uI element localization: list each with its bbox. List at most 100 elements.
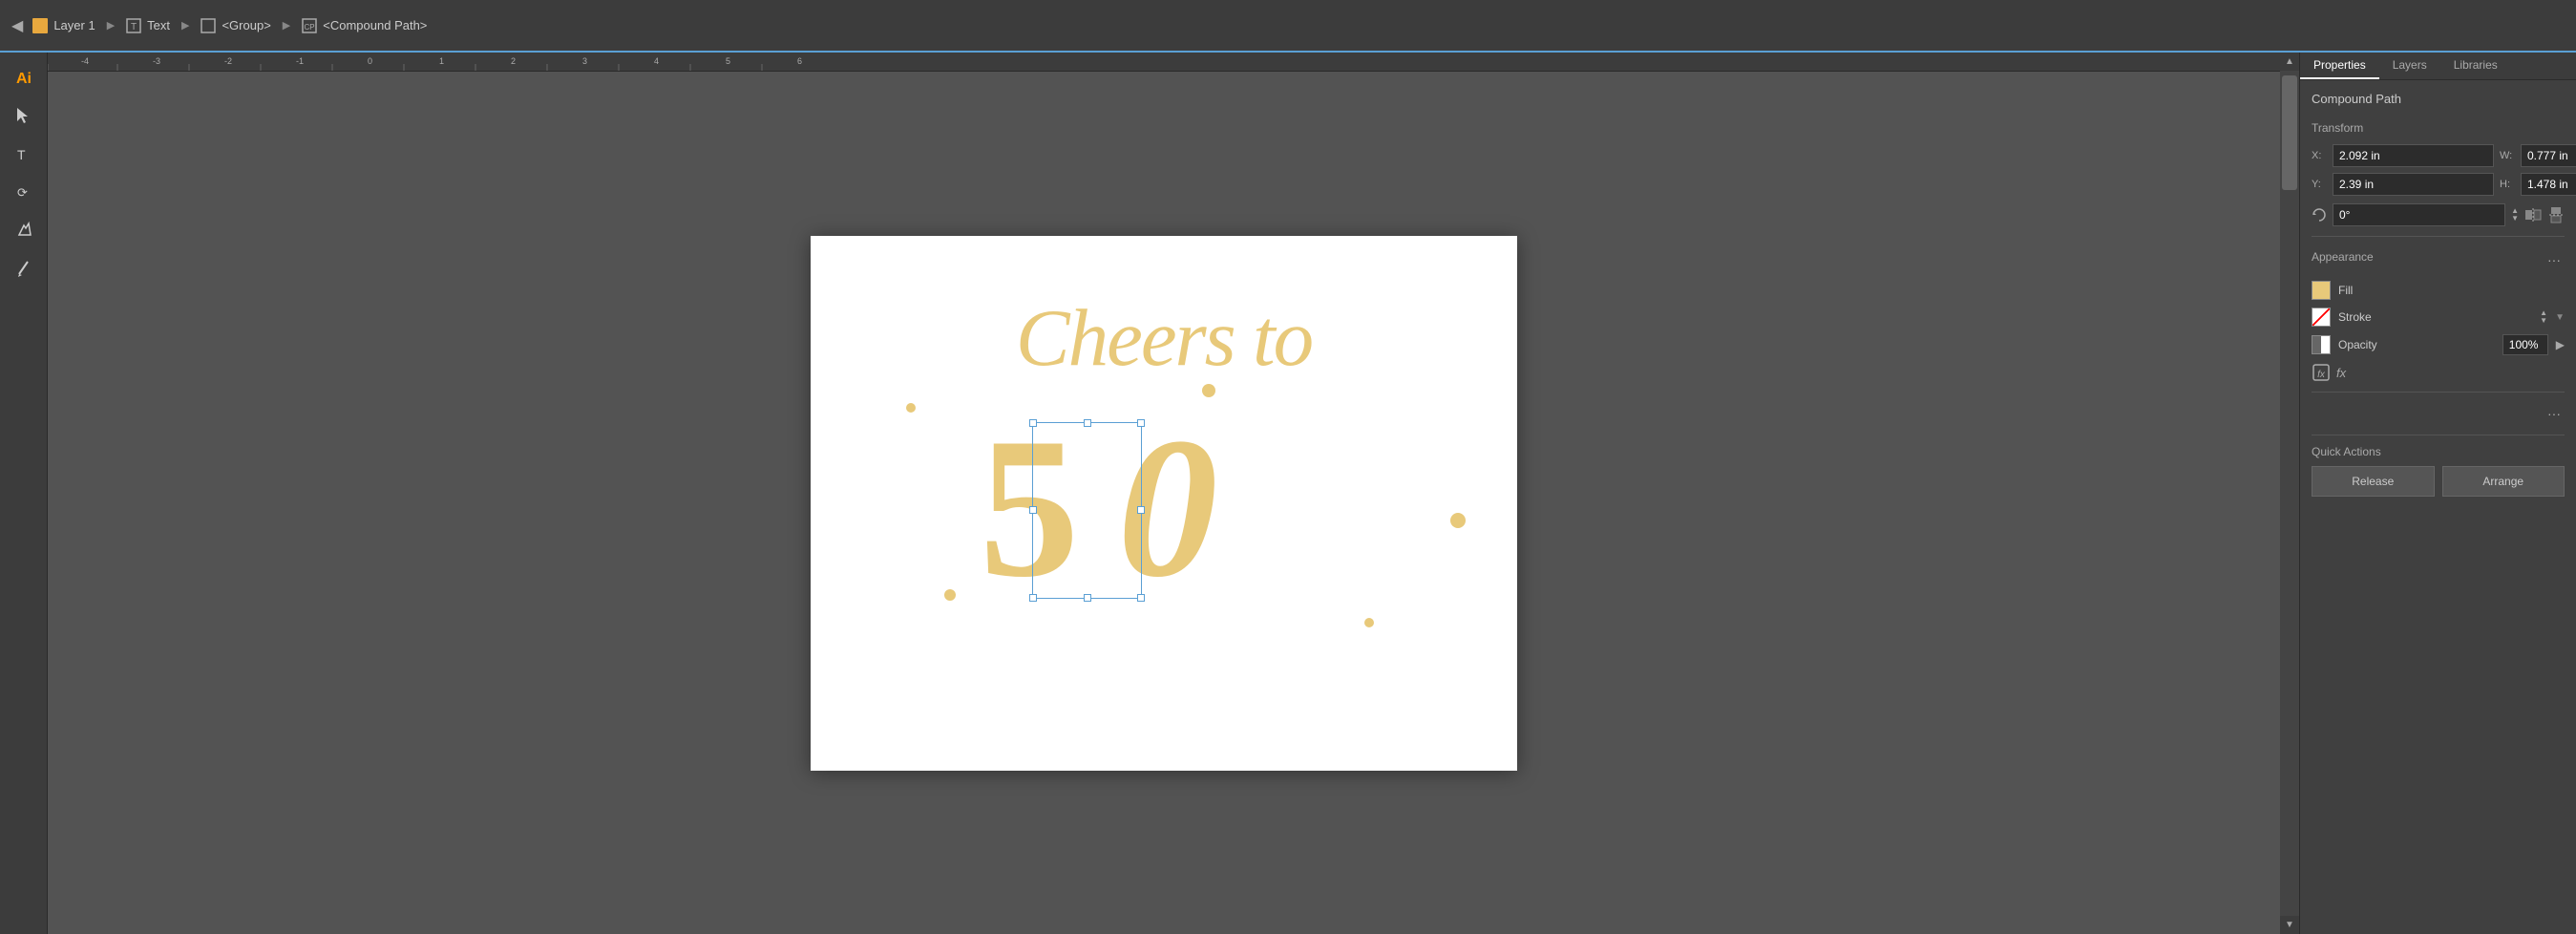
- second-menu-btn[interactable]: ···: [2544, 402, 2565, 425]
- h-input[interactable]: [2521, 173, 2576, 196]
- svg-text:-4: -4: [81, 56, 89, 66]
- tab-layers[interactable]: Layers: [2379, 53, 2440, 79]
- artboard[interactable]: Cheers to 5 0: [811, 236, 1517, 771]
- rotation-stepper[interactable]: ▲ ▼: [2511, 207, 2519, 223]
- flip-horizontal-icon[interactable]: [2524, 206, 2542, 223]
- compound-path-label: <Compound Path>: [323, 18, 427, 32]
- arrange-button[interactable]: Arrange: [2442, 466, 2565, 497]
- rotation-icon: [2312, 207, 2327, 223]
- number-50-svg: 5 0: [970, 384, 1323, 594]
- dot-top-right: [1202, 384, 1215, 397]
- svg-text:fx: fx: [2317, 370, 2326, 380]
- right-scrollbar[interactable]: ▲ ▼: [2280, 53, 2299, 934]
- opacity-label: Opacity: [2338, 338, 2495, 351]
- svg-text:-2: -2: [224, 56, 232, 66]
- appearance-menu-btn[interactable]: ···: [2544, 248, 2565, 271]
- panel-tabs: Properties Layers Libraries: [2300, 53, 2576, 80]
- svg-text:0: 0: [1118, 397, 1218, 594]
- svg-text:5: 5: [726, 56, 730, 66]
- scroll-thumb[interactable]: [2282, 75, 2297, 190]
- svg-text:-1: -1: [296, 56, 304, 66]
- cheers-to-text: Cheers to: [925, 279, 1403, 384]
- scroll-down-arrow[interactable]: ▼: [2281, 916, 2298, 934]
- stroke-stepper[interactable]: ▲ ▼: [2540, 309, 2547, 325]
- fx-label: fx: [2336, 366, 2346, 380]
- svg-text:2: 2: [511, 56, 516, 66]
- w-transform-row: W:: [2500, 144, 2576, 167]
- svg-text:Ai: Ai: [16, 71, 32, 87]
- text-label: Text: [147, 18, 170, 32]
- breadcrumb-compound-path[interactable]: CP <Compound Path>: [302, 18, 427, 33]
- number-50-area: 5 0: [970, 384, 1323, 597]
- breadcrumb-group[interactable]: <Group>: [201, 18, 270, 33]
- compound-path-icon: CP: [302, 18, 317, 33]
- tool-pencil[interactable]: [7, 251, 41, 286]
- svg-text:⟳: ⟳: [17, 185, 28, 200]
- text-icon: T: [126, 18, 141, 33]
- release-button[interactable]: Release: [2312, 466, 2435, 497]
- layer1-label: Layer 1: [53, 18, 95, 32]
- opacity-input[interactable]: [2502, 334, 2548, 355]
- back-arrow[interactable]: ◀: [11, 16, 23, 35]
- h-label: H:: [2500, 179, 2517, 190]
- right-panel: Properties Layers Libraries Compound Pat…: [2299, 53, 2576, 934]
- breadcrumb-text[interactable]: T Text: [126, 18, 170, 33]
- svg-text:3: 3: [582, 56, 587, 66]
- tool-select[interactable]: [7, 98, 41, 133]
- sep1: ▶: [107, 19, 115, 32]
- fx-icon[interactable]: fx: [2312, 363, 2331, 382]
- fill-row: Fill: [2312, 281, 2565, 300]
- dot-right-mid: [1450, 513, 1466, 528]
- group-icon: [201, 18, 216, 33]
- svg-text:-3: -3: [153, 56, 160, 66]
- rotation-down-arrow[interactable]: ▼: [2511, 215, 2519, 223]
- opacity-icon: [2312, 335, 2331, 354]
- tool-type[interactable]: T: [7, 137, 41, 171]
- scroll-track[interactable]: [2280, 71, 2299, 916]
- divider-2: [2312, 392, 2565, 393]
- stroke-down-arrow[interactable]: ▼: [2540, 317, 2547, 325]
- y-input[interactable]: [2333, 173, 2494, 196]
- main-layout: Ai T ⟳: [0, 53, 2576, 934]
- breadcrumb-layer1[interactable]: Layer 1: [32, 18, 95, 33]
- stroke-label: Stroke: [2338, 310, 2532, 324]
- dot-bottom-right: [1364, 618, 1374, 627]
- opacity-row: Opacity ▶: [2312, 334, 2565, 355]
- rotation-input[interactable]: [2333, 203, 2505, 226]
- w-input[interactable]: [2521, 144, 2576, 167]
- stroke-swatch[interactable]: [2312, 308, 2331, 327]
- tool-illustrator-logo[interactable]: Ai: [7, 60, 41, 95]
- svg-text:1: 1: [439, 56, 444, 66]
- tab-libraries[interactable]: Libraries: [2440, 53, 2511, 79]
- tool-reshape[interactable]: ⟳: [7, 175, 41, 209]
- svg-text:Cheers to: Cheers to: [1016, 293, 1312, 383]
- svg-text:0: 0: [368, 56, 372, 66]
- x-label: X:: [2312, 150, 2329, 161]
- canvas-area[interactable]: -4 -3 -2 -1 0 1 2 3: [48, 53, 2299, 934]
- tab-properties[interactable]: Properties: [2300, 53, 2379, 79]
- left-tools-panel: Ai T ⟳: [0, 53, 48, 934]
- panel-content: Compound Path Transform X: W: Y:: [2300, 80, 2576, 934]
- stroke-expand-arrow[interactable]: ▼: [2555, 312, 2565, 323]
- y-label: Y:: [2312, 179, 2329, 190]
- ruler-top: -4 -3 -2 -1 0 1 2 3: [48, 53, 2299, 72]
- group-label: <Group>: [222, 18, 270, 32]
- fill-swatch[interactable]: [2312, 281, 2331, 300]
- tool-pen[interactable]: [7, 213, 41, 247]
- canvas-board: Cheers to 5 0: [48, 72, 2280, 934]
- appearance-section-row: Appearance ···: [2312, 246, 2565, 273]
- scroll-up-arrow[interactable]: ▲: [2281, 53, 2298, 71]
- sep3: ▶: [283, 19, 290, 32]
- flip-vertical-icon[interactable]: [2547, 206, 2565, 223]
- h-transform-row: H:: [2500, 173, 2576, 196]
- sep2: ▶: [181, 19, 189, 32]
- w-label: W:: [2500, 150, 2517, 161]
- dot-mid-left: [906, 403, 916, 413]
- y-transform-row: Y:: [2312, 173, 2494, 196]
- layer1-icon: [32, 18, 48, 33]
- opacity-expand-arrow[interactable]: ▶: [2556, 338, 2565, 351]
- x-transform-row: X:: [2312, 144, 2494, 167]
- compound-path-title: Compound Path: [2312, 92, 2565, 106]
- transform-section-header: Transform: [2312, 121, 2565, 135]
- x-input[interactable]: [2333, 144, 2494, 167]
